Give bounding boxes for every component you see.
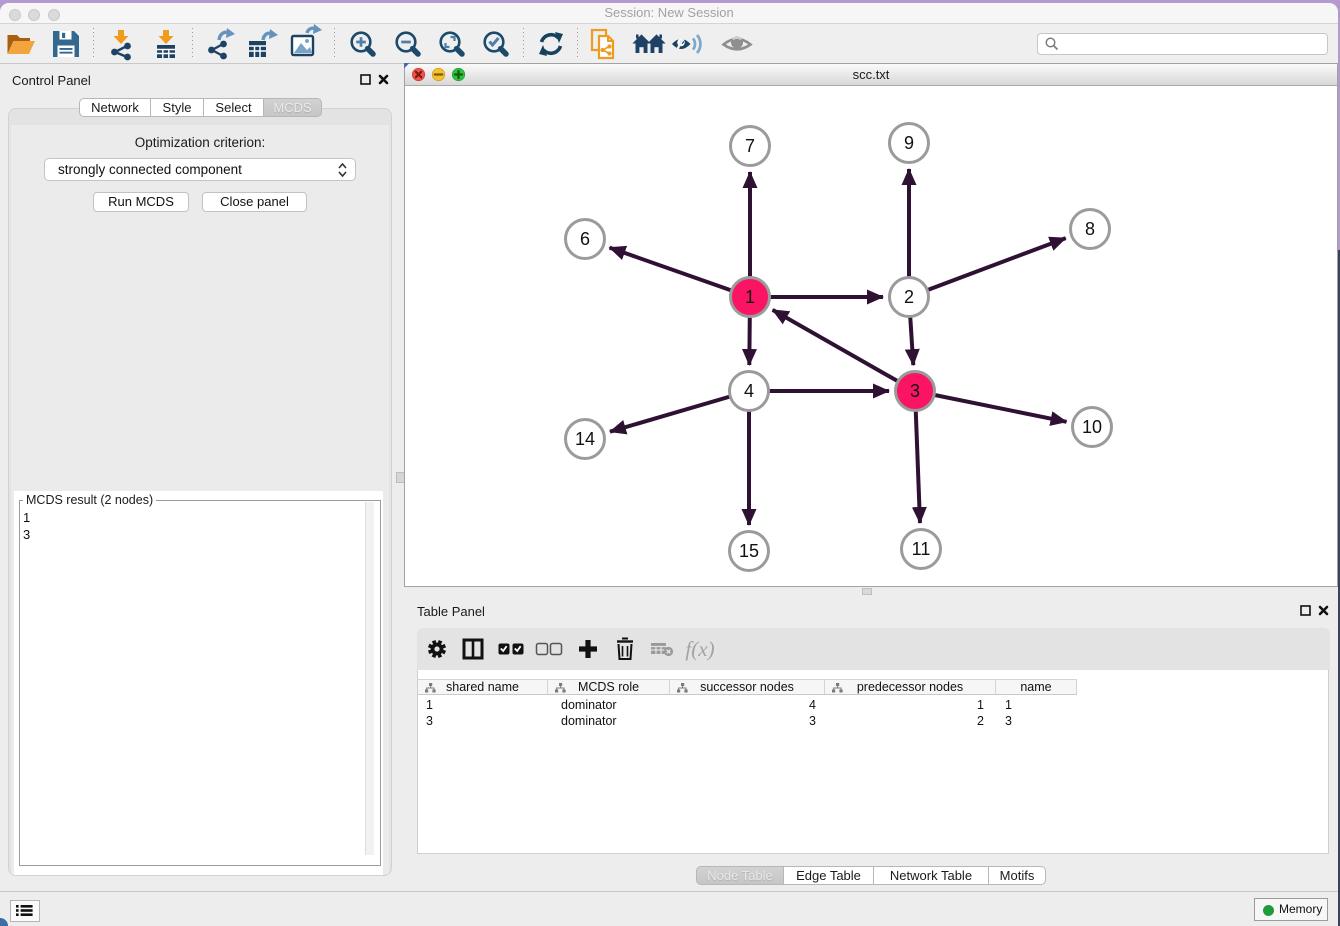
svg-text:11: 11	[912, 539, 931, 559]
svg-text:f(x): f(x)	[685, 637, 714, 661]
svg-text:2: 2	[904, 287, 914, 307]
svg-text:14: 14	[575, 429, 595, 449]
svg-text:1: 1	[745, 287, 755, 307]
svg-text:7: 7	[745, 136, 755, 156]
svg-text:10: 10	[1082, 417, 1102, 437]
svg-text:3: 3	[910, 381, 920, 401]
svg-text:6: 6	[580, 229, 590, 249]
svg-text:15: 15	[739, 541, 759, 561]
svg-text:9: 9	[904, 133, 914, 153]
svg-text:8: 8	[1085, 219, 1095, 239]
svg-text:4: 4	[744, 381, 754, 401]
